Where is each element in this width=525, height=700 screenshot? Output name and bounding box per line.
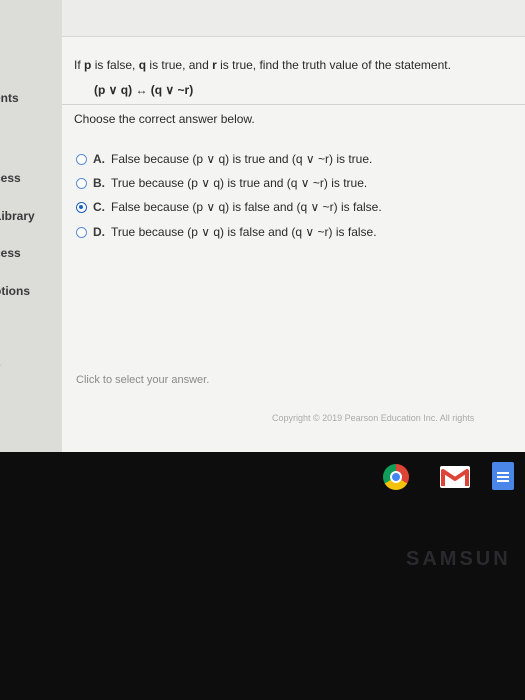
- choice-text: True because (p ∨ q) is true and (q ∨ ~r…: [111, 176, 368, 190]
- choice-letter: B.: [93, 176, 105, 190]
- radio-button-d[interactable]: [76, 226, 87, 238]
- samsung-logo: SAMSUN: [406, 548, 511, 570]
- panel-header: [62, 0, 525, 37]
- choice-letter: A.: [93, 152, 105, 166]
- question-mid-2: is true, and: [146, 58, 213, 72]
- click-hint: Click to select your answer.: [76, 374, 210, 386]
- choice-text: True because (p ∨ q) is false and (q ∨ ~…: [111, 225, 377, 239]
- gmail-m-glyph: [441, 469, 469, 486]
- screen: ents cess Library cess otions s If p is …: [0, 0, 525, 452]
- app-dock: [0, 456, 525, 504]
- radio-button-a[interactable]: [76, 153, 87, 165]
- instruction-text: Choose the correct answer below.: [74, 112, 255, 126]
- copyright-text: Copyright © 2019 Pearson Education Inc. …: [272, 413, 475, 423]
- gmail-icon[interactable]: [440, 466, 470, 488]
- choice-letter: D.: [93, 225, 105, 239]
- logic-expression: (p ∨ q) ↔ (q ∨ ~r): [94, 83, 194, 97]
- question-suffix: is true, find the truth value of the sta…: [216, 58, 451, 72]
- choice-text: False because (p ∨ q) is true and (q ∨ ~…: [111, 152, 373, 166]
- sidebar-item-options[interactable]: otions: [0, 284, 30, 298]
- docs-icon[interactable]: [492, 462, 514, 490]
- question-panel: If p is false, q is true, and r is true,…: [62, 0, 525, 452]
- choice-letter: C.: [93, 200, 105, 214]
- choice-text: False because (p ∨ q) is false and (q ∨ …: [111, 200, 382, 214]
- divider: [62, 104, 525, 105]
- answer-choice-c[interactable]: C. False because (p ∨ q) is false and (q…: [76, 198, 382, 216]
- sidebar: ents cess Library cess otions s: [0, 0, 63, 452]
- sidebar-item-access[interactable]: cess: [0, 171, 21, 185]
- question-prefix: If: [74, 58, 85, 72]
- radio-button-b[interactable]: [76, 177, 87, 189]
- sidebar-item-tools[interactable]: s: [0, 356, 1, 370]
- variable-q: q: [138, 58, 147, 72]
- sidebar-item-access-2[interactable]: cess: [0, 246, 21, 260]
- sidebar-item-library[interactable]: Library: [0, 209, 35, 223]
- chrome-icon[interactable]: [383, 464, 409, 490]
- sidebar-item-contents[interactable]: ents: [0, 91, 19, 105]
- answer-choice-a[interactable]: A. False because (p ∨ q) is true and (q …: [76, 150, 372, 168]
- answer-choice-d[interactable]: D. True because (p ∨ q) is false and (q …: [76, 223, 377, 241]
- radio-button-c-selected[interactable]: [76, 201, 87, 213]
- question-text: If p is false, q is true, and r is true,…: [74, 58, 451, 72]
- answer-choice-b[interactable]: B. True because (p ∨ q) is true and (q ∨…: [76, 174, 367, 192]
- question-mid-1: is false,: [91, 58, 139, 72]
